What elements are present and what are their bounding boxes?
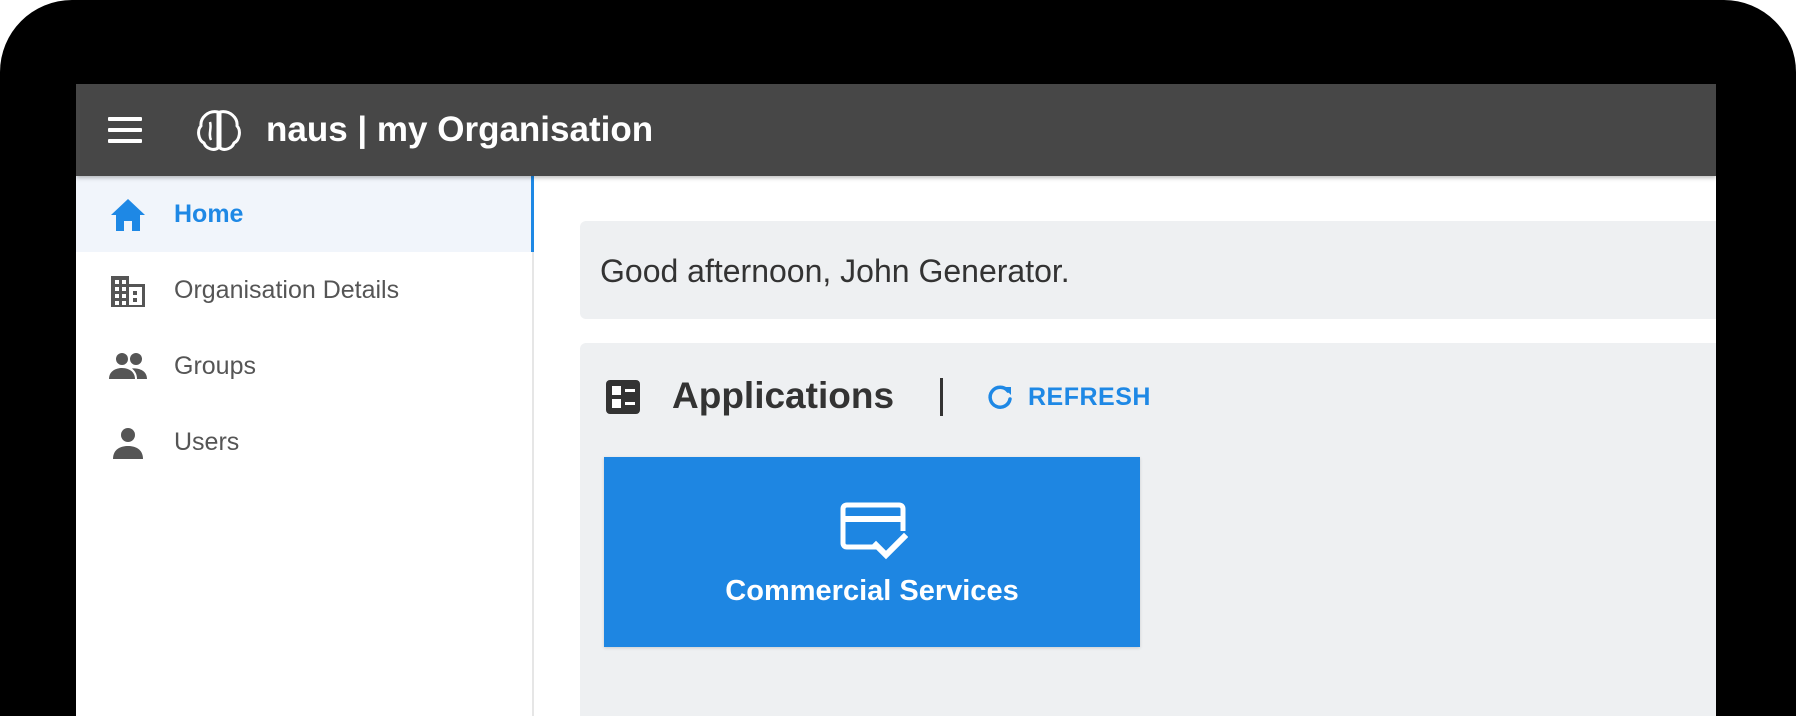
app-bar: naus | my Organisation bbox=[76, 84, 1716, 176]
sidebar-item-label: Organisation Details bbox=[174, 276, 400, 304]
sidebar-item-label: Groups bbox=[174, 352, 256, 380]
refresh-icon bbox=[988, 385, 1012, 409]
applications-title: Applications bbox=[672, 375, 895, 416]
sidebar-item-label: Users bbox=[174, 428, 240, 456]
hamburger-menu-icon[interactable] bbox=[106, 114, 146, 146]
header-divider bbox=[940, 378, 943, 416]
app-tile-commercial-services[interactable]: Commercial Services bbox=[604, 457, 1140, 647]
app-tile-label: Commercial Services bbox=[725, 575, 1019, 607]
app-screen: naus | my Organisation Home Organisation… bbox=[76, 84, 1716, 716]
dashboard-icon bbox=[606, 380, 640, 414]
sidebar-item-organisation-details[interactable]: Organisation Details bbox=[76, 252, 532, 328]
main-content: Good afternoon, John Generator. Applicat… bbox=[534, 176, 1716, 716]
brain-logo-icon bbox=[197, 110, 241, 151]
building-icon bbox=[111, 276, 145, 307]
applications-panel: Applications REFRESH Commercial Services bbox=[580, 343, 1716, 716]
sidebar: Home Organisation Details Groups Users bbox=[76, 168, 534, 716]
refresh-label: REFRESH bbox=[1028, 383, 1151, 411]
sidebar-item-users[interactable]: Users bbox=[76, 404, 532, 480]
people-icon bbox=[109, 353, 147, 379]
sidebar-item-groups[interactable]: Groups bbox=[76, 328, 532, 404]
greeting-card: Good afternoon, John Generator. bbox=[580, 221, 1716, 319]
app-title: naus | my Organisation bbox=[266, 110, 654, 149]
person-icon bbox=[113, 428, 143, 459]
home-icon bbox=[111, 199, 145, 231]
greeting-text: Good afternoon, John Generator. bbox=[600, 253, 1070, 289]
sidebar-item-label: Home bbox=[174, 200, 244, 228]
sidebar-item-home[interactable]: Home bbox=[76, 168, 534, 252]
card-check-icon bbox=[840, 502, 908, 560]
device-frame: naus | my Organisation Home Organisation… bbox=[0, 0, 1796, 716]
